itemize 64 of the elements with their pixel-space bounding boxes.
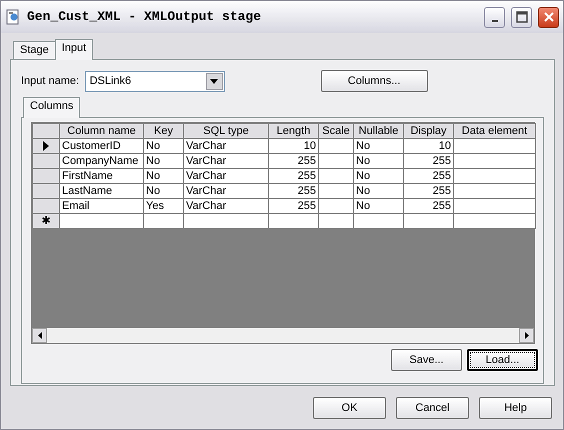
table-cell: No [354,184,404,198]
close-button[interactable] [538,6,559,28]
field-label: Input name: [21,74,80,89]
cancel-button[interactable]: Cancel [396,397,469,419]
column-header[interactable]: Key [144,124,184,138]
table-cell: No [354,154,404,168]
table-cell: 255 [268,198,318,214]
dropdown-arrow-icon [210,78,218,84]
column-header[interactable]: Display [404,124,454,138]
minimize-button[interactable] [484,6,505,28]
column-header[interactable]: SQL type [184,124,268,138]
close-icon [542,11,554,23]
table-cell: 255 [268,168,318,184]
table-cell: 255 [268,154,318,168]
tab[interactable]: Columns [23,97,80,118]
table-cell: 255 [404,168,454,184]
horizontal-scrollbar[interactable] [32,328,534,343]
table-cell: VarChar [184,168,268,184]
table-cell: VarChar [184,154,268,168]
maximize-icon [516,11,528,23]
scroll-right-icon [524,332,528,339]
table-cell: No [354,168,404,184]
table-cell: VarChar [184,198,268,214]
column-header[interactable]: Column name [60,124,144,138]
save-button[interactable]: Save... [391,349,462,371]
maximize-button[interactable] [511,6,532,28]
table-cell: VarChar [184,184,268,198]
table-cell: FirstName [60,168,144,184]
ok-button[interactable]: OK [313,397,386,419]
row-header[interactable] [32,138,60,154]
table-cell: No [144,184,184,198]
window-title: Gen_Cust_XML - XMLOutput stage [27,8,262,26]
tab[interactable]: Input [54,39,94,60]
column-header[interactable]: Scale [318,124,354,138]
table-cell: 255 [268,184,318,198]
column-header[interactable]: Data element [454,124,536,138]
table-cell: Yes [144,198,184,214]
table-cell: 10 [404,138,454,154]
table-cell: CustomerID [60,138,144,154]
column-header[interactable]: Length [268,124,318,138]
new-row-marker: ✱ [42,214,50,226]
column-header[interactable]: Nullable [354,124,404,138]
current-row-icon [43,140,49,151]
table-cell: No [354,138,404,154]
table-cell: CompanyName [60,154,144,168]
table-cell: 10 [268,138,318,154]
table-cell: VarChar [184,138,268,154]
tab[interactable]: Stage [13,41,56,59]
app-icon [5,9,21,25]
table-cell: No [354,198,404,214]
table-cell: No [144,138,184,154]
table-cell: 255 [404,184,454,198]
input-name-dropdown[interactable]: DSLink6 [84,70,225,92]
table-cell: No [144,154,184,168]
table-cell: Email [60,198,144,214]
table-cell: No [144,168,184,184]
load-button[interactable]: Load... [467,349,538,371]
minimize-icon [492,20,498,22]
help-button[interactable]: Help [479,397,552,419]
scroll-left-icon [38,332,42,339]
columns-button[interactable]: Columns... [320,70,428,92]
table-cell: 255 [404,154,454,168]
table-cell: LastName [60,184,144,198]
table-cell: 255 [404,198,454,214]
